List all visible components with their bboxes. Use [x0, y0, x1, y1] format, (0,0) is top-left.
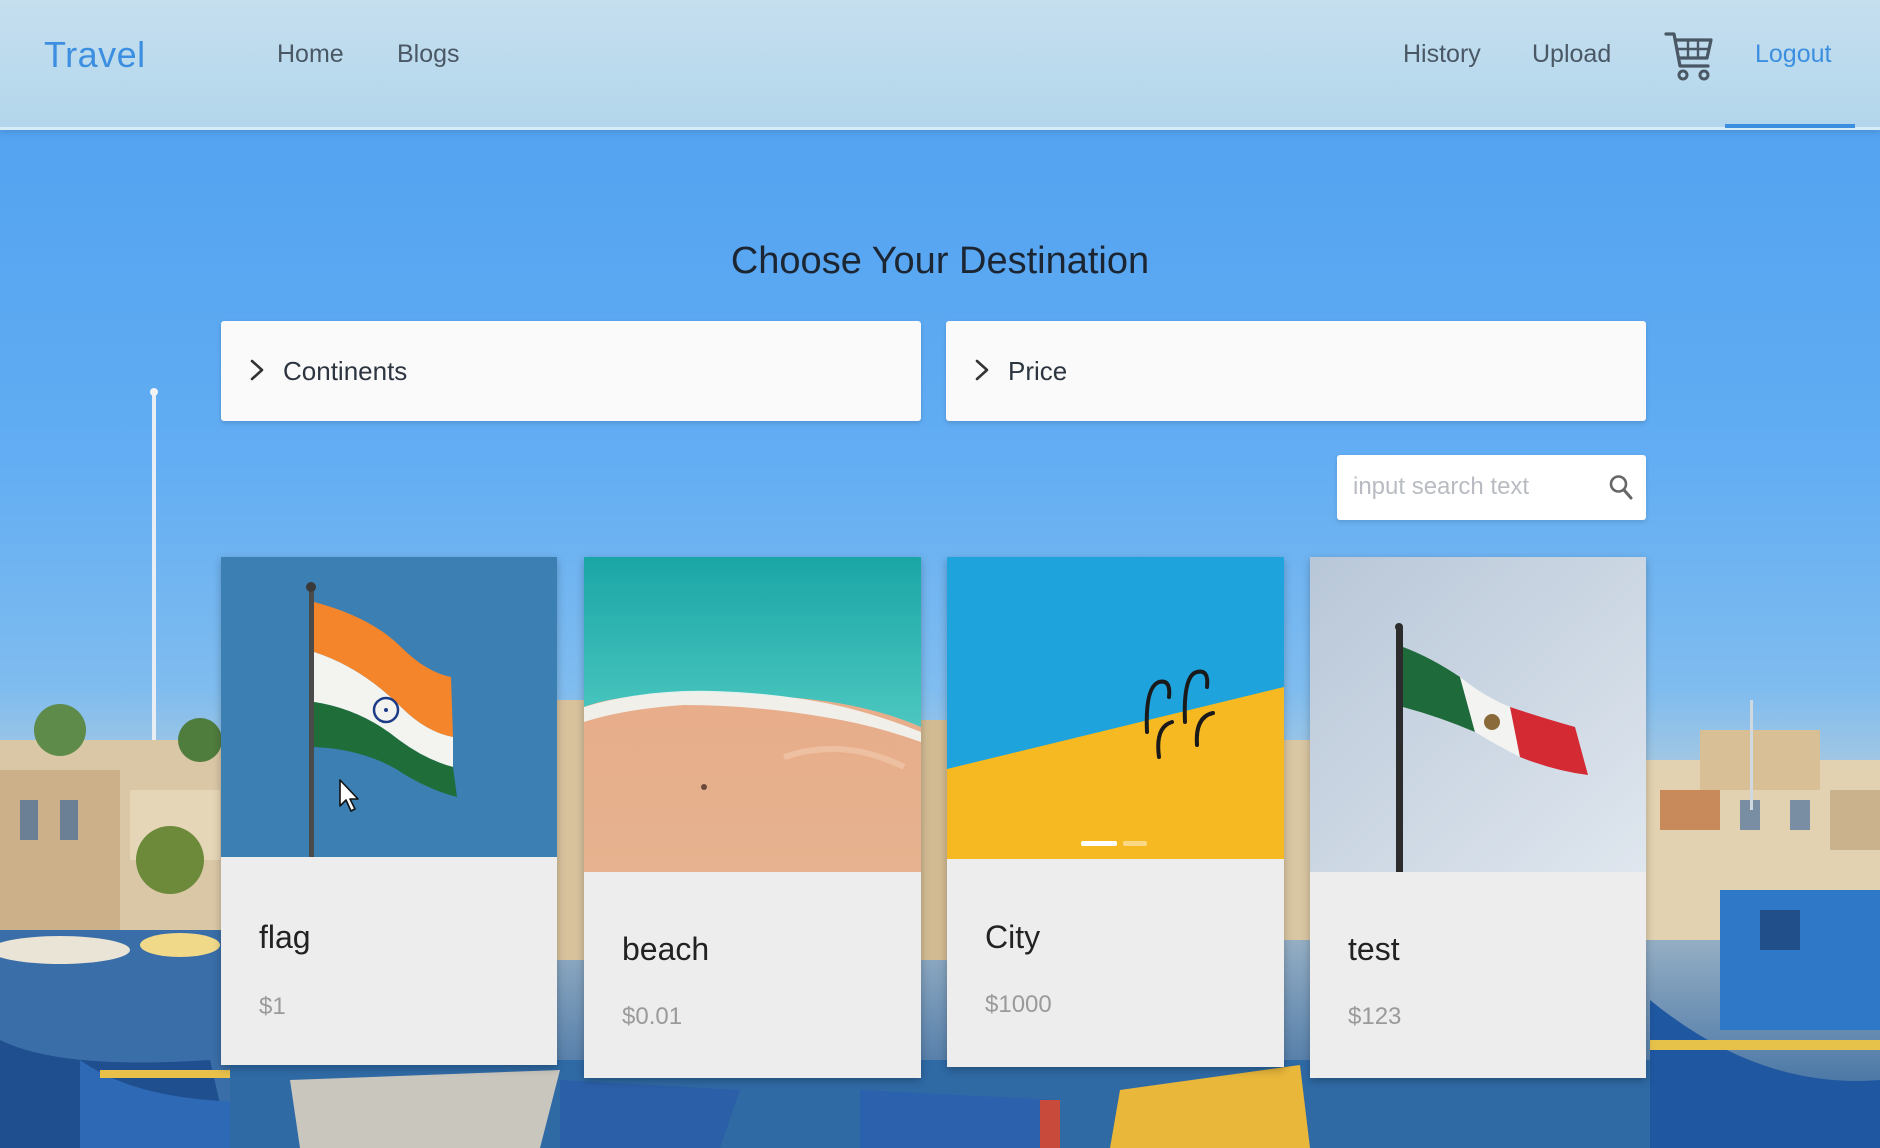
card-price: $1	[259, 993, 286, 1020]
continents-filter-collapse[interactable]: Continents	[221, 321, 921, 421]
shopping-cart-icon[interactable]	[1664, 28, 1714, 84]
search-icon[interactable]	[1608, 473, 1634, 501]
card-title: beach	[622, 931, 710, 967]
nav-blogs-link[interactable]: Blogs	[397, 40, 460, 69]
price-filter-collapse[interactable]: Price	[946, 321, 1646, 421]
card-image-mexico-flag	[1310, 557, 1646, 872]
chevron-right-icon	[250, 359, 264, 381]
active-nav-indicator	[1725, 124, 1855, 128]
card-price: $0.01	[622, 1003, 683, 1030]
nav-logout-link[interactable]: Logout	[1755, 40, 1831, 69]
card-price: $1000	[985, 991, 1052, 1018]
destination-card[interactable]: flag $1	[221, 557, 557, 1065]
card-title: test	[1348, 931, 1400, 967]
card-image-india-flag	[221, 557, 557, 857]
destination-card[interactable]: beach $0.01	[584, 557, 921, 1078]
continents-filter-label: Continents	[283, 356, 408, 386]
card-title: City	[985, 919, 1041, 955]
site-logo[interactable]: Travel	[44, 34, 146, 76]
carousel-dot-active[interactable]	[1081, 841, 1117, 846]
destination-card[interactable]: test $123	[1310, 557, 1646, 1078]
nav-history-link[interactable]: History	[1403, 40, 1481, 69]
page-title: Choose Your Destination	[730, 240, 1150, 282]
card-title: flag	[259, 919, 311, 955]
top-navbar: Travel Home Blogs History Upload Logout	[0, 0, 1880, 130]
search-input[interactable]	[1353, 469, 1593, 505]
destination-card[interactable]: City $1000	[947, 557, 1284, 1067]
nav-home-link[interactable]: Home	[277, 40, 344, 69]
carousel-dot[interactable]	[1123, 841, 1147, 846]
card-price: $123	[1348, 1003, 1402, 1030]
card-image-yellow-wall	[947, 557, 1284, 859]
search-box	[1337, 455, 1646, 520]
card-image-aerial-beach	[584, 557, 921, 872]
nav-upload-link[interactable]: Upload	[1532, 40, 1611, 69]
price-filter-label: Price	[1008, 356, 1068, 386]
chevron-right-icon	[975, 359, 989, 381]
